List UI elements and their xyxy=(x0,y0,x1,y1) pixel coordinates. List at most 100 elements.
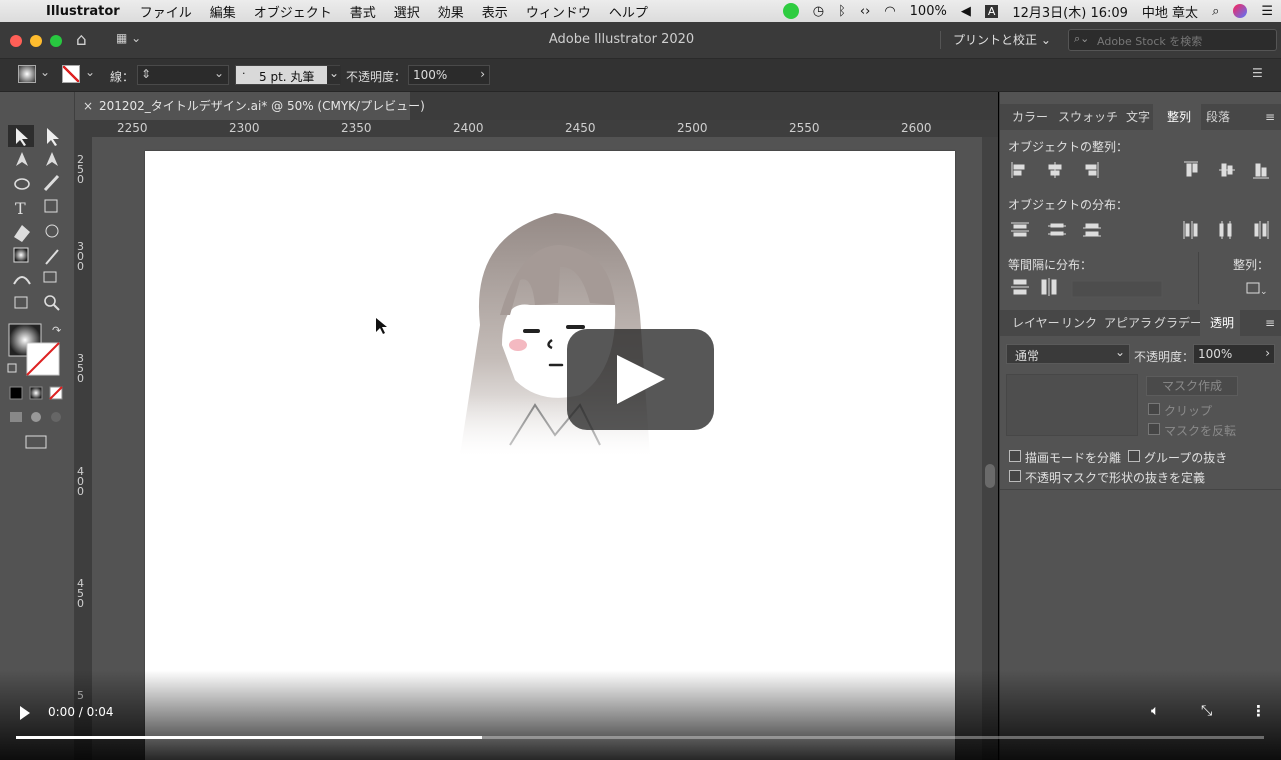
document-tab[interactable]: × 201202_タイトルデザイン.ai* @ 50% (CMYK/プレビュー) xyxy=(75,92,425,120)
distribute-objects-label: オブジェクトの分布： xyxy=(1008,198,1129,212)
stroke-dropdown-icon[interactable]: ⌄ xyxy=(85,65,95,79)
stroke-label: 線： xyxy=(110,70,135,84)
tab-gradient[interactable]: グラデー xyxy=(1154,310,1202,336)
spacing-icons-row: ⌄ xyxy=(1011,278,1268,298)
blend-mode-dropdown[interactable]: 通常 ⌄ xyxy=(1006,344,1130,364)
spacing-value-field xyxy=(1071,280,1163,298)
ruler-tick: 350 xyxy=(77,352,84,385)
align-top-icon xyxy=(1184,161,1198,177)
notification-center-icon[interactable]: ☰ xyxy=(1261,4,1273,19)
volume-icon[interactable]: ◀ xyxy=(961,4,971,19)
tab-character[interactable]: 文字 xyxy=(1126,104,1150,130)
bluetooth-icon[interactable]: ᛒ xyxy=(838,4,846,19)
close-tab-icon[interactable]: × xyxy=(83,92,93,120)
invert-mask-checkbox[interactable] xyxy=(1148,423,1160,435)
opacity-field[interactable]: 100% › xyxy=(408,65,490,85)
right-panel-dock: カラー スウォッチ 文字 整列 段落 ≡ オブジェクトの整列： オブジェクトの分… xyxy=(999,92,1281,760)
menu-app-name[interactable]: Illustrator xyxy=(46,4,120,19)
tab-appearance[interactable]: アピアラ xyxy=(1104,310,1152,336)
video-time: 0:00 / 0:04 xyxy=(48,705,114,719)
clip-label: クリップ xyxy=(1164,404,1213,418)
fullscreen-exit-icon[interactable]: ⤡ xyxy=(1201,703,1212,719)
opacity-mask-knockout-checkbox[interactable] xyxy=(1009,470,1021,482)
align-right-icon xyxy=(1085,162,1099,178)
clip-checkbox[interactable] xyxy=(1148,403,1160,415)
menu-select[interactable]: 選択 xyxy=(394,2,420,21)
align-to-label: 整列： xyxy=(1233,258,1270,272)
swap-fill-stroke-icon: ↷ xyxy=(52,324,61,337)
more-options-icon[interactable]: ⋮ xyxy=(1251,702,1266,720)
horizontal-ruler[interactable]: 2250 2300 2350 2400 2450 2500 2550 2600 xyxy=(75,120,998,138)
isolate-blending-checkbox[interactable] xyxy=(1009,450,1021,462)
align-bottom-icon xyxy=(1253,163,1269,179)
tab-color[interactable]: カラー xyxy=(1012,104,1048,130)
fill-swatch[interactable] xyxy=(18,65,36,83)
ruler-tick: 2500 xyxy=(677,121,708,135)
menu-effect[interactable]: 効果 xyxy=(438,2,464,21)
video-play-button[interactable] xyxy=(567,329,714,430)
volume-icon[interactable]: 🔈︎ xyxy=(1151,703,1159,719)
menu-window[interactable]: ウィンドウ xyxy=(526,2,591,21)
chevron-down-icon[interactable]: ⌄ xyxy=(214,66,224,80)
isolate-blending-label: 描画モードを分離 xyxy=(1025,451,1122,465)
horizontal-distribute-space-icon xyxy=(1041,278,1057,296)
default-colors-icon xyxy=(7,363,17,373)
chevron-right-icon[interactable]: › xyxy=(1265,346,1270,360)
panel-menu-icon[interactable]: ≡ xyxy=(1265,104,1275,130)
tab-paragraph[interactable]: 段落 xyxy=(1206,104,1230,130)
distribute-spacing-label: 等間隔に分布： xyxy=(1008,258,1093,272)
window-titlebar: ⌂ ▦ ⌄ Adobe Illustrator 2020 プリントと校正 ⌄ ⌕… xyxy=(0,22,1281,59)
panel-menu-icon[interactable]: ☰ xyxy=(1252,66,1263,80)
make-mask-label: マスク作成 xyxy=(1161,379,1222,393)
siri-icon[interactable] xyxy=(1233,4,1248,18)
spotlight-search-icon[interactable]: ⌕ xyxy=(1212,4,1219,19)
menu-view[interactable]: 表示 xyxy=(482,2,508,21)
fill-dropdown-icon[interactable]: ⌄ xyxy=(40,65,50,79)
line-app-icon[interactable] xyxy=(782,3,799,19)
battery-label[interactable]: 100% xyxy=(910,4,947,19)
stroke-weight-stepper-icon[interactable]: ⇕ xyxy=(141,67,151,81)
transparency-opacity-field[interactable]: 100% › xyxy=(1193,344,1275,364)
menu-type[interactable]: 書式 xyxy=(350,2,376,21)
scroll-thumb[interactable] xyxy=(985,464,995,488)
menu-file[interactable]: ファイル xyxy=(140,2,192,21)
stroke-weight-field[interactable]: ⇕ ⌄ xyxy=(137,65,229,85)
stock-search-placeholder: Adobe Stock を検索 xyxy=(1097,35,1203,48)
menu-help[interactable]: ヘルプ xyxy=(609,2,648,21)
zoom-tool-icon xyxy=(44,295,56,307)
chevron-right-icon[interactable]: › xyxy=(480,67,485,81)
brush-definition-dropdown[interactable]: · 5 pt. 丸筆 ⌄ xyxy=(235,65,341,85)
clock-label[interactable]: 12月3日(木) 16:09 xyxy=(1012,2,1128,21)
menu-object[interactable]: オブジェクト xyxy=(254,2,332,21)
draw-normal-icon xyxy=(10,412,22,422)
tools-icons: T ↷ … xyxy=(7,125,63,472)
distribute-top-icon xyxy=(1011,222,1029,237)
ruler-tick: 2600 xyxy=(901,121,932,135)
menu-edit[interactable]: 編集 xyxy=(210,2,236,21)
control-bar: ⌄ ⌄ 線： ⇕ ⌄ · 5 pt. 丸筆 ⌄ 不透明度： 100% › ☰ xyxy=(0,59,1281,92)
ruler-tick: 2450 xyxy=(565,121,596,135)
stock-search-field[interactable]: ⌕⌄ Adobe Stock を検索 xyxy=(1068,29,1277,51)
brush-dot-icon: · xyxy=(242,67,246,80)
vertical-scrollbar[interactable] xyxy=(982,137,998,760)
distribute-vertical-center-icon xyxy=(1048,223,1066,236)
knockout-group-checkbox[interactable] xyxy=(1128,450,1140,462)
tab-layers[interactable]: レイヤー xyxy=(1012,310,1060,336)
stroke-swatch[interactable] xyxy=(62,65,80,83)
workspace-switcher[interactable]: プリントと校正 ⌄ xyxy=(940,31,1051,49)
vertical-ruler[interactable]: 250 300 350 400 450 5 xyxy=(75,137,93,760)
opacity-label: 不透明度： xyxy=(346,70,407,84)
tab-align[interactable]: 整列 xyxy=(1153,104,1201,130)
user-name[interactable]: 中地 章太 xyxy=(1142,2,1198,21)
input-source-icon[interactable]: A xyxy=(984,4,999,18)
code-icon[interactable]: ‹› xyxy=(860,4,870,19)
panel-menu-icon[interactable]: ≡ xyxy=(1265,310,1275,336)
make-mask-button[interactable]: マスク作成 xyxy=(1146,376,1238,396)
wifi-icon[interactable]: ◠ xyxy=(884,4,895,19)
tab-swatches[interactable]: スウォッチ xyxy=(1058,104,1118,130)
time-machine-icon[interactable]: ◷ xyxy=(813,4,824,19)
tab-links[interactable]: リンク xyxy=(1061,310,1097,336)
play-toggle-icon[interactable] xyxy=(18,705,32,721)
tab-transparency[interactable]: 透明 xyxy=(1200,310,1240,336)
distribute-right-icon xyxy=(1254,221,1269,239)
